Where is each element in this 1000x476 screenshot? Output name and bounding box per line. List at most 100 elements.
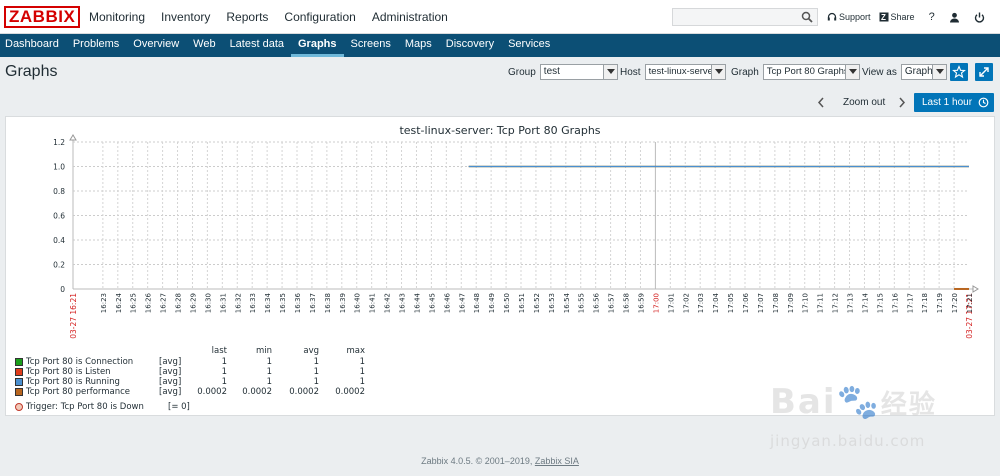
group-label: Group bbox=[508, 66, 536, 78]
x-tick-label: 16:32 bbox=[234, 293, 242, 313]
zoom-out-button[interactable]: Zoom out bbox=[843, 93, 885, 112]
legend-item-min: 1 bbox=[266, 357, 272, 367]
sub-menu: Dashboard Problems Overview Web Latest d… bbox=[0, 34, 1000, 57]
host-filter: Host test-linux-server bbox=[620, 63, 726, 81]
group-value: test bbox=[543, 66, 560, 77]
signout-link[interactable] bbox=[974, 12, 987, 23]
menu-inventory[interactable]: Inventory bbox=[153, 0, 218, 34]
legend-item-last: 1 bbox=[221, 357, 227, 367]
menu-administration[interactable]: Administration bbox=[364, 0, 456, 34]
submenu-dashboard[interactable]: Dashboard bbox=[0, 34, 66, 57]
submenu-problems[interactable]: Problems bbox=[66, 34, 126, 57]
x-tick-label: 17:20 bbox=[951, 293, 959, 313]
help-link[interactable]: ? bbox=[929, 11, 935, 23]
x-tick-label: 16:57 bbox=[608, 293, 616, 313]
legend-item-avg: 0.0002 bbox=[289, 387, 319, 397]
menu-reports[interactable]: Reports bbox=[218, 0, 276, 34]
legend-item-max: 0.0002 bbox=[335, 387, 365, 397]
baidu-watermark: Bai🐾经验 jingyan.baidu.com bbox=[770, 372, 970, 462]
x-tick-label: 16:29 bbox=[189, 293, 197, 313]
x-tick-label: 17:16 bbox=[891, 292, 899, 313]
submenu-graphs[interactable]: Graphs bbox=[291, 34, 344, 57]
fullscreen-button[interactable] bbox=[975, 63, 993, 81]
submenu-screens[interactable]: Screens bbox=[344, 34, 398, 57]
time-next-button[interactable] bbox=[898, 93, 906, 112]
search-icon[interactable] bbox=[800, 10, 814, 24]
search-input[interactable] bbox=[672, 8, 818, 26]
x-tick-label: 17:18 bbox=[921, 293, 929, 313]
profile-link[interactable] bbox=[949, 12, 962, 23]
fullscreen-icon bbox=[979, 67, 989, 77]
x-tick-label: 17:17 bbox=[906, 293, 914, 313]
x-tick-label: 16:35 bbox=[279, 293, 287, 313]
share-link[interactable]: Z Share bbox=[879, 12, 915, 22]
x-tick-label: 16:58 bbox=[623, 293, 631, 313]
x-tick-label: 16:46 bbox=[443, 292, 451, 313]
x-tick-label: 17:05 bbox=[727, 293, 735, 313]
svg-text:Z: Z bbox=[881, 13, 886, 22]
x-tick-label: 16:38 bbox=[324, 293, 332, 313]
power-icon bbox=[974, 12, 984, 23]
x-tick-label: 17:03 bbox=[697, 293, 705, 313]
submenu-overview[interactable]: Overview bbox=[126, 34, 186, 57]
y-axis-arrow bbox=[69, 134, 77, 141]
legend-item-min: 1 bbox=[266, 367, 272, 377]
menu-monitoring[interactable]: Monitoring bbox=[81, 0, 153, 34]
legend-item-name: Tcp Port 80 is Connection bbox=[26, 357, 134, 367]
watermark-url: jingyan.baidu.com bbox=[770, 432, 926, 450]
footer-text: Zabbix 4.0.5. © 2001–2019, bbox=[421, 456, 535, 466]
trigger-value: [= 0] bbox=[168, 402, 190, 412]
x-tick-label: 16:44 bbox=[413, 292, 421, 313]
legend-item-avg: 1 bbox=[313, 357, 319, 367]
chevron-left-icon bbox=[817, 97, 824, 108]
submenu-maps[interactable]: Maps bbox=[398, 34, 439, 57]
legend-item-fn: [avg] bbox=[159, 387, 182, 397]
legend-item-last: 1 bbox=[221, 367, 227, 377]
x-tick-label: 16:50 bbox=[503, 293, 511, 313]
x-tick-label: 17:13 bbox=[847, 293, 855, 313]
time-prev-button[interactable] bbox=[817, 93, 825, 112]
graph-select[interactable]: Tcp Port 80 Graphs bbox=[762, 64, 860, 80]
chevron-down-icon bbox=[602, 65, 617, 79]
group-select[interactable]: test bbox=[539, 64, 618, 80]
graph-label: Graph bbox=[731, 66, 759, 78]
x-tick-label: 17:12 bbox=[832, 293, 840, 313]
x-tick-label: 16:53 bbox=[548, 293, 556, 313]
submenu-services[interactable]: Services bbox=[501, 34, 557, 57]
zabbix-logo[interactable]: ZABBIX bbox=[4, 6, 81, 28]
x-tick-label: 16:26 bbox=[145, 292, 153, 313]
footer-link[interactable]: Zabbix SIA bbox=[535, 456, 579, 466]
x-tick-label: 16:33 bbox=[249, 293, 257, 313]
host-select[interactable]: test-linux-server bbox=[644, 64, 726, 80]
y-tick-label: 0.8 bbox=[53, 187, 65, 196]
x-range-label: 03-27 16:21 bbox=[69, 293, 78, 339]
x-tick-label: 16:54 bbox=[563, 292, 571, 313]
x-tick-label: 17:04 bbox=[712, 292, 720, 313]
x-tick-label: 16:47 bbox=[458, 293, 466, 313]
x-tick-label: 16:43 bbox=[399, 293, 407, 313]
menu-configuration[interactable]: Configuration bbox=[276, 0, 363, 34]
time-period-button[interactable]: Last 1 hour bbox=[914, 93, 994, 112]
share-label: Share bbox=[890, 12, 915, 22]
x-tick-label: 16:45 bbox=[428, 293, 436, 313]
support-link[interactable]: Support bbox=[827, 12, 871, 22]
x-tick-label: 16:51 bbox=[518, 293, 526, 313]
submenu-discovery[interactable]: Discovery bbox=[439, 34, 501, 57]
legend-swatch bbox=[15, 358, 23, 366]
submenu-latest-data[interactable]: Latest data bbox=[223, 34, 291, 57]
legend-item-fn: [avg] bbox=[159, 357, 182, 367]
x-tick-label: 17:21 bbox=[966, 293, 974, 313]
x-tick-label: 17:00 bbox=[652, 293, 660, 313]
legend-item-min: 1 bbox=[266, 377, 272, 387]
favourite-button[interactable] bbox=[950, 63, 968, 81]
x-tick-label: 16:52 bbox=[533, 293, 541, 313]
x-tick-label: 16:24 bbox=[115, 292, 123, 313]
legend-header-avg: avg bbox=[303, 346, 319, 356]
share-icon: Z bbox=[879, 12, 889, 22]
footer: Zabbix 4.0.5. © 2001–2019, Zabbix SIA bbox=[0, 456, 1000, 466]
legend-swatch bbox=[15, 388, 23, 396]
submenu-web[interactable]: Web bbox=[186, 34, 222, 57]
viewas-select[interactable]: Graph bbox=[900, 64, 947, 80]
watermark-brand: Bai🐾经验 bbox=[770, 382, 937, 422]
group-filter: Group test bbox=[508, 63, 618, 81]
